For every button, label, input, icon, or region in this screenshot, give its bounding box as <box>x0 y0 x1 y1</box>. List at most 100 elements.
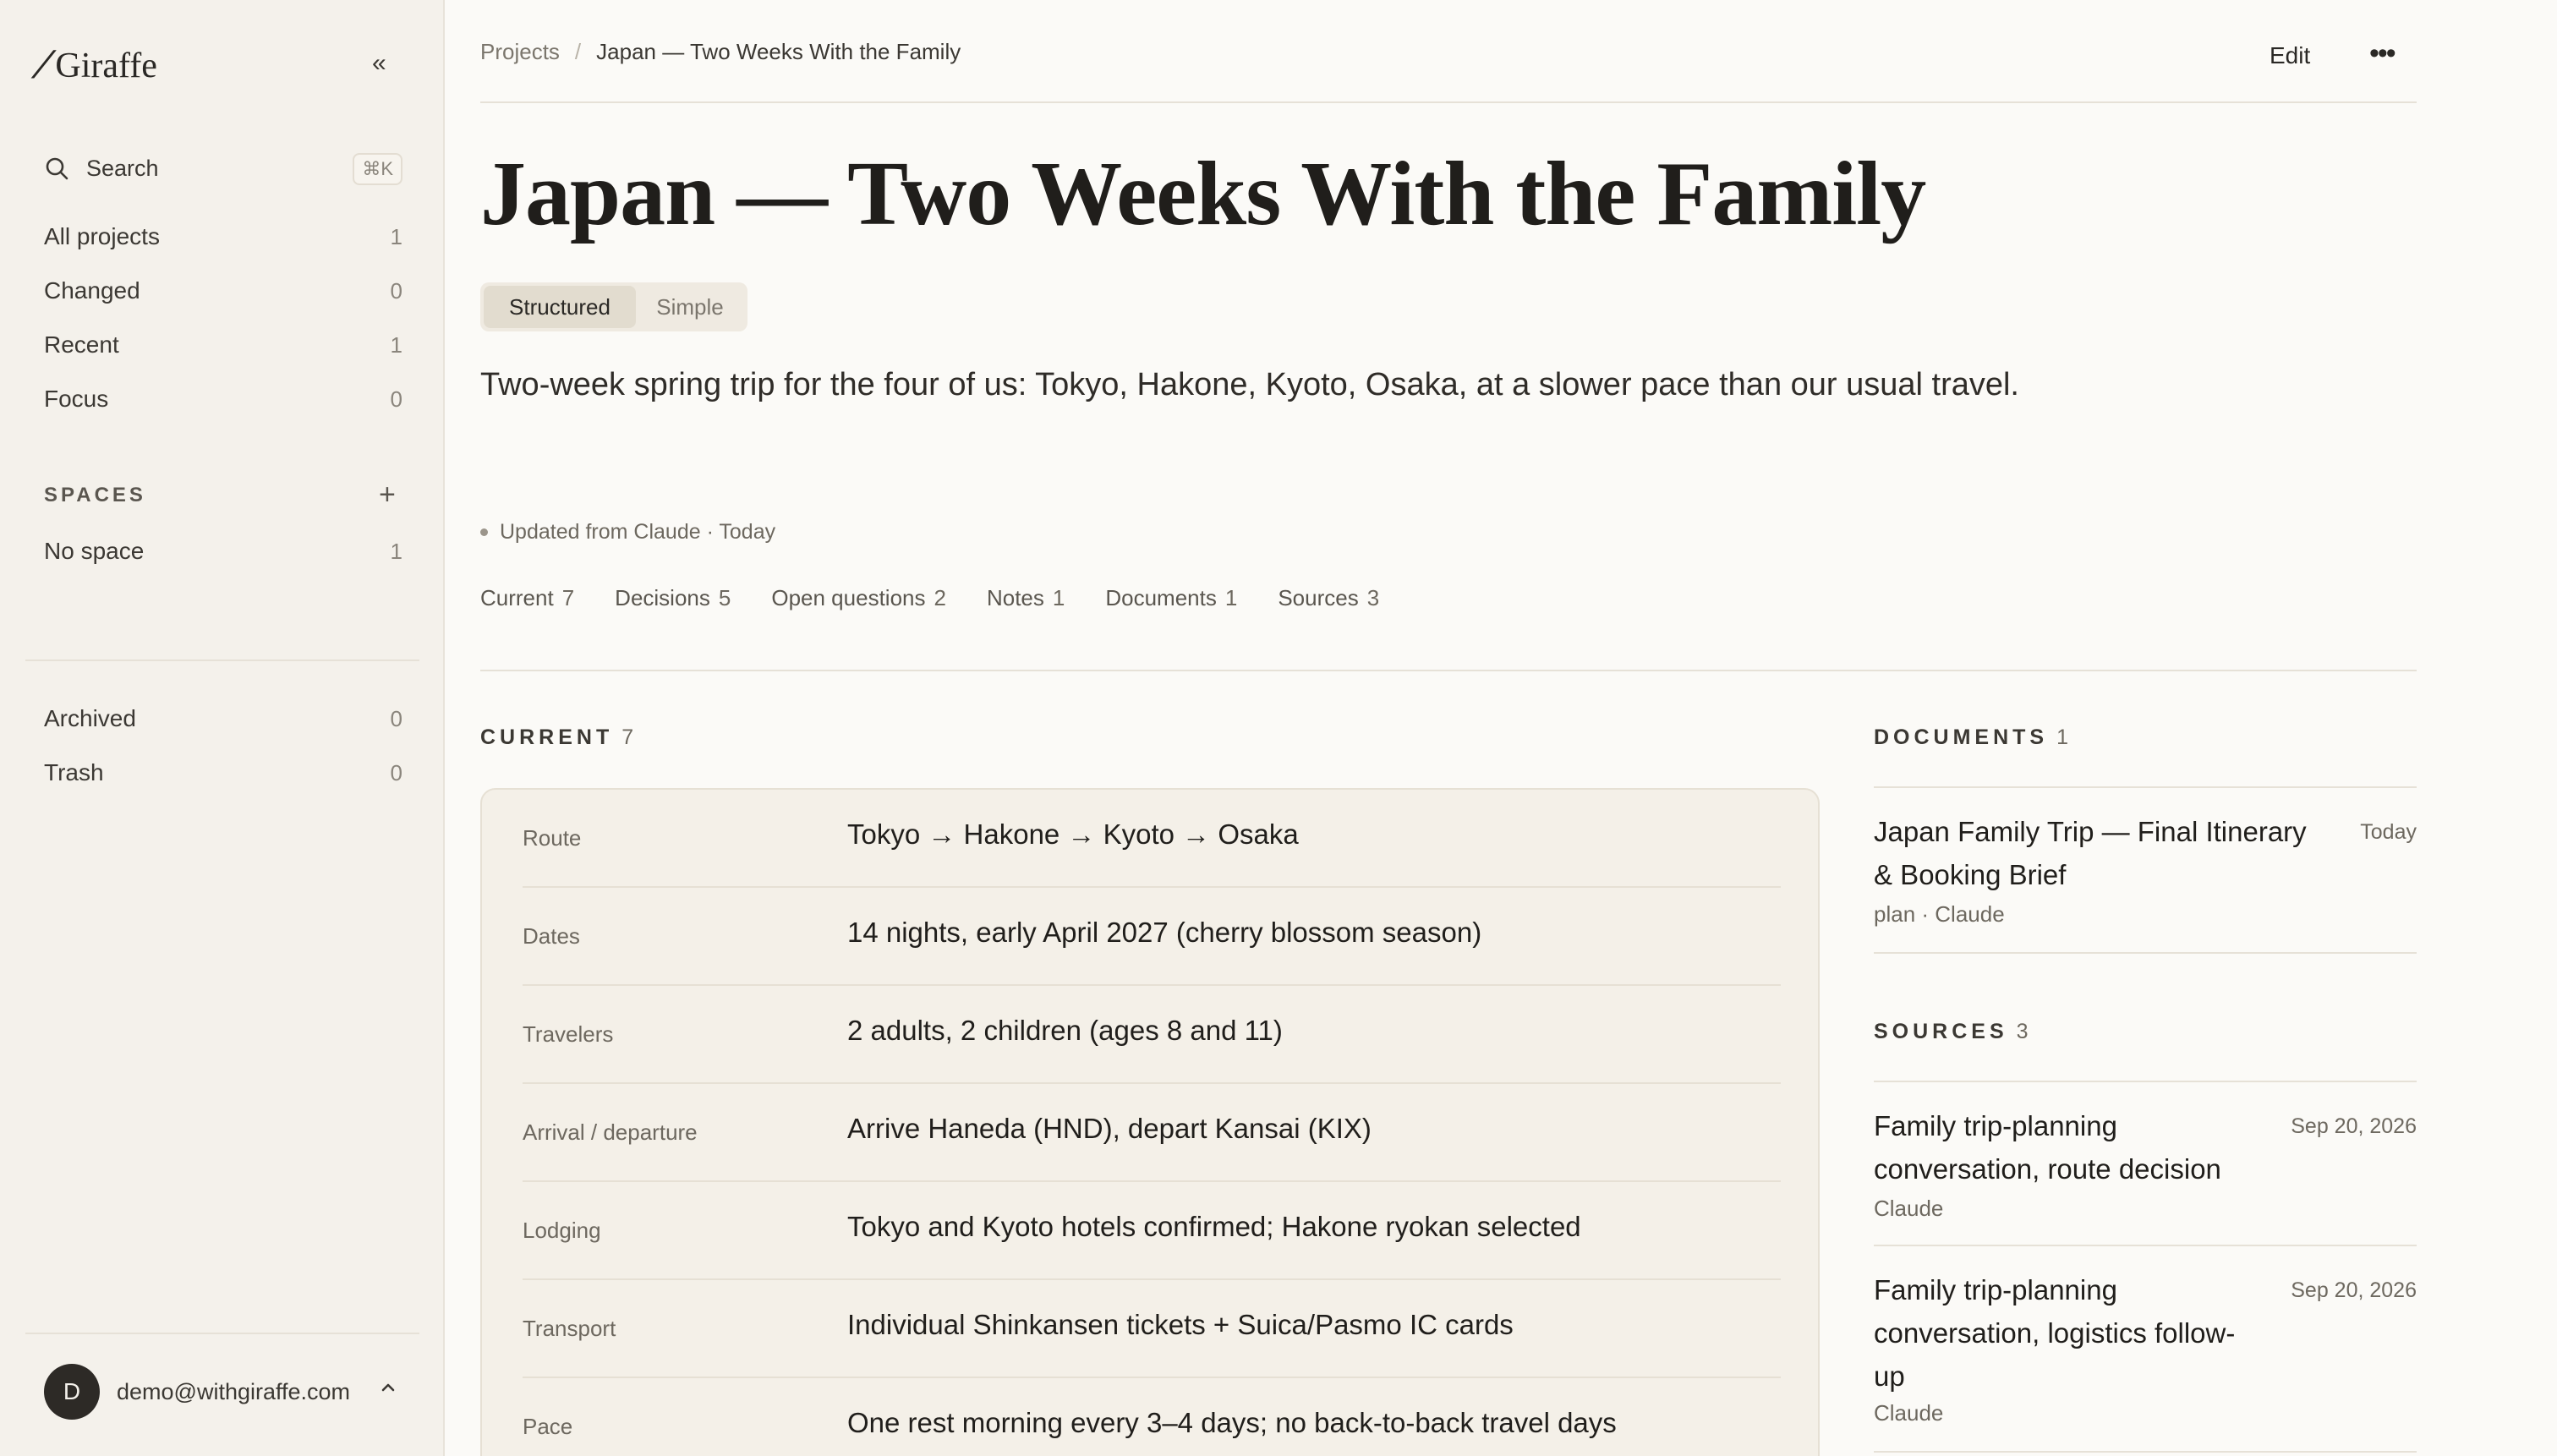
fact-row: Lodging Tokyo and Kyoto hotels confirmed… <box>523 1182 1781 1280</box>
sidebar-item-trash[interactable]: Trash 0 <box>44 759 402 786</box>
view-mode-toggle: Structured Simple <box>480 282 747 331</box>
sidebar-item-label: Trash <box>44 759 104 785</box>
fact-value: Tokyo → Hakone → Kyoto → Osaka <box>847 818 1299 850</box>
sidebar-item-count: 1 <box>390 331 402 358</box>
chevron-up-icon <box>381 1383 395 1392</box>
sidebar-item-label: Focus <box>44 386 109 412</box>
search-label: Search <box>86 155 159 181</box>
source-date: Sep 20, 2026 <box>2291 1278 2417 1302</box>
brand-name: Giraffe <box>55 46 157 85</box>
add-space-plus-icon[interactable]: + <box>379 479 396 512</box>
sidebar-item-focus[interactable]: Focus 0 <box>44 386 402 413</box>
page-title: Japan — Two Weeks With the Family <box>480 144 1926 244</box>
section-count: 3 <box>2016 1020 2029 1043</box>
fact-label: Lodging <box>523 1218 601 1243</box>
tabs-divider <box>480 670 2417 671</box>
sidebar-item-count: 1 <box>390 538 402 564</box>
tab-label: Documents <box>1105 585 1217 610</box>
sidebar-item-label: Archived <box>44 705 136 731</box>
avatar: D <box>44 1364 100 1420</box>
source-link[interactable]: Family trip-planning conversation, route… <box>1874 1104 2263 1191</box>
tab-count: 2 <box>934 585 946 610</box>
sidebar-item-count: 0 <box>390 759 402 785</box>
list-divider <box>1874 952 2417 954</box>
edit-button[interactable]: Edit <box>2270 42 2310 69</box>
update-status: Updated from Claude · Today <box>480 520 775 545</box>
current-section-heading: CURRENT 7 <box>480 725 633 750</box>
fact-value: 2 adults, 2 children (ages 8 and 11) <box>847 1015 1283 1046</box>
fact-label: Transport <box>523 1316 616 1341</box>
sidebar-item-archived[interactable]: Archived 0 <box>44 705 402 732</box>
tab-open-questions[interactable]: Open questions 2 <box>771 585 946 611</box>
sidebar-divider <box>25 1333 419 1334</box>
search-button[interactable]: Search ⌘K <box>44 151 402 186</box>
fact-row: Transport Individual Shinkansen tickets … <box>523 1280 1781 1378</box>
document-date: Today <box>2360 820 2417 844</box>
section-title: SOURCES <box>1874 1020 2008 1043</box>
fact-value: Arrive Haneda (HND), depart Kansai (KIX) <box>847 1113 1372 1144</box>
sidebar-item-count: 0 <box>390 277 402 304</box>
sidebar-item-label: All projects <box>44 223 160 249</box>
list-divider <box>1874 1081 2417 1082</box>
tab-sources[interactable]: Sources 3 <box>1278 585 1379 611</box>
sidebar-item-label: Changed <box>44 277 140 304</box>
tab-label: Sources <box>1278 585 1359 610</box>
source-meta: Claude <box>1874 1196 1944 1221</box>
sidebar-item-count: 0 <box>390 386 402 412</box>
main-content: Projects / Japan — Two Weeks With the Fa… <box>480 0 2417 1456</box>
sources-section-heading: SOURCES 3 <box>1874 1020 2029 1044</box>
header-divider <box>480 101 2417 103</box>
document-meta: plan · Claude <box>1874 901 2005 927</box>
sidebar-divider <box>25 660 419 661</box>
giraffe-logo-icon: ⁄ <box>41 44 47 87</box>
fact-row: Route Tokyo → Hakone → Kyoto → Osaka <box>523 790 1781 888</box>
tab-count: 7 <box>561 585 575 610</box>
fact-value: Tokyo and Kyoto hotels confirmed; Hakone… <box>847 1211 1581 1242</box>
fact-row: Travelers 2 adults, 2 children (ages 8 a… <box>523 986 1781 1084</box>
fact-value: One rest morning every 3–4 days; no back… <box>847 1407 1617 1438</box>
tab-notes[interactable]: Notes 1 <box>987 585 1065 611</box>
breadcrumb-projects-link[interactable]: Projects <box>480 39 560 65</box>
collapse-sidebar-icon[interactable]: « <box>372 49 386 78</box>
fact-label: Dates <box>523 923 580 949</box>
fact-row: Dates 14 nights, early April 2027 (cherr… <box>523 888 1781 986</box>
fact-label: Arrival / departure <box>523 1119 698 1145</box>
tab-label: Notes <box>986 585 1044 610</box>
sidebar-item-recent[interactable]: Recent 1 <box>44 331 402 359</box>
project-summary: Two-week spring trip for the four of us:… <box>480 367 2019 402</box>
sidebar-item-all-projects[interactable]: All projects 1 <box>44 223 402 250</box>
sidebar-item-changed[interactable]: Changed 0 <box>44 277 402 304</box>
section-tabs: Current 7 Decisions 5 Open questions 2 Note… <box>480 585 1379 611</box>
sidebar-item-label: Recent <box>44 331 119 358</box>
document-link[interactable]: Japan Family Trip — Final Itinerary & Bo… <box>1874 810 2330 896</box>
search-shortcut: ⌘K <box>353 153 402 185</box>
fact-label: Route <box>523 825 582 851</box>
view-mode-structured[interactable]: Structured <box>484 286 636 328</box>
breadcrumb-current: Japan — Two Weeks With the Family <box>596 39 961 64</box>
breadcrumb-separator: / <box>574 39 582 64</box>
fact-value: 14 nights, early April 2027 (cherry blos… <box>847 917 1482 948</box>
source-link[interactable]: Family trip-planning conversation, logis… <box>1874 1268 2263 1398</box>
tab-label: Decisions <box>615 585 710 610</box>
source-meta: Claude <box>1874 1400 1944 1426</box>
source-date: Sep 20, 2026 <box>2291 1114 2417 1138</box>
fact-value: Individual Shinkansen tickets + Suica/Pa… <box>847 1309 1514 1340</box>
fact-label: Pace <box>523 1414 573 1439</box>
view-mode-simple[interactable]: Simple <box>636 286 744 328</box>
tab-documents[interactable]: Documents 1 <box>1105 585 1237 611</box>
account-menu[interactable]: D demo@withgiraffe.com <box>44 1363 402 1420</box>
documents-section-heading: DOCUMENTS 1 <box>1874 725 2068 750</box>
section-title: CURRENT <box>480 725 614 749</box>
update-status-text: Updated from Claude · Today <box>500 520 776 544</box>
sidebar-item-count: 0 <box>390 705 402 731</box>
brand[interactable]: ⁄ Giraffe <box>41 44 157 87</box>
list-divider <box>1874 1245 2417 1246</box>
more-options-icon[interactable]: ••• <box>2369 37 2396 70</box>
breadcrumb: Projects / Japan — Two Weeks With the Fa… <box>480 39 961 65</box>
sidebar-item-no-space[interactable]: No space 1 <box>44 538 402 565</box>
tab-decisions[interactable]: Decisions 5 <box>615 585 731 611</box>
account-email: demo@withgiraffe.com <box>117 1378 351 1404</box>
section-title: DOCUMENTS <box>1874 725 2049 749</box>
tab-current[interactable]: Current 7 <box>480 585 574 611</box>
sidebar-item-label: No space <box>44 538 145 564</box>
